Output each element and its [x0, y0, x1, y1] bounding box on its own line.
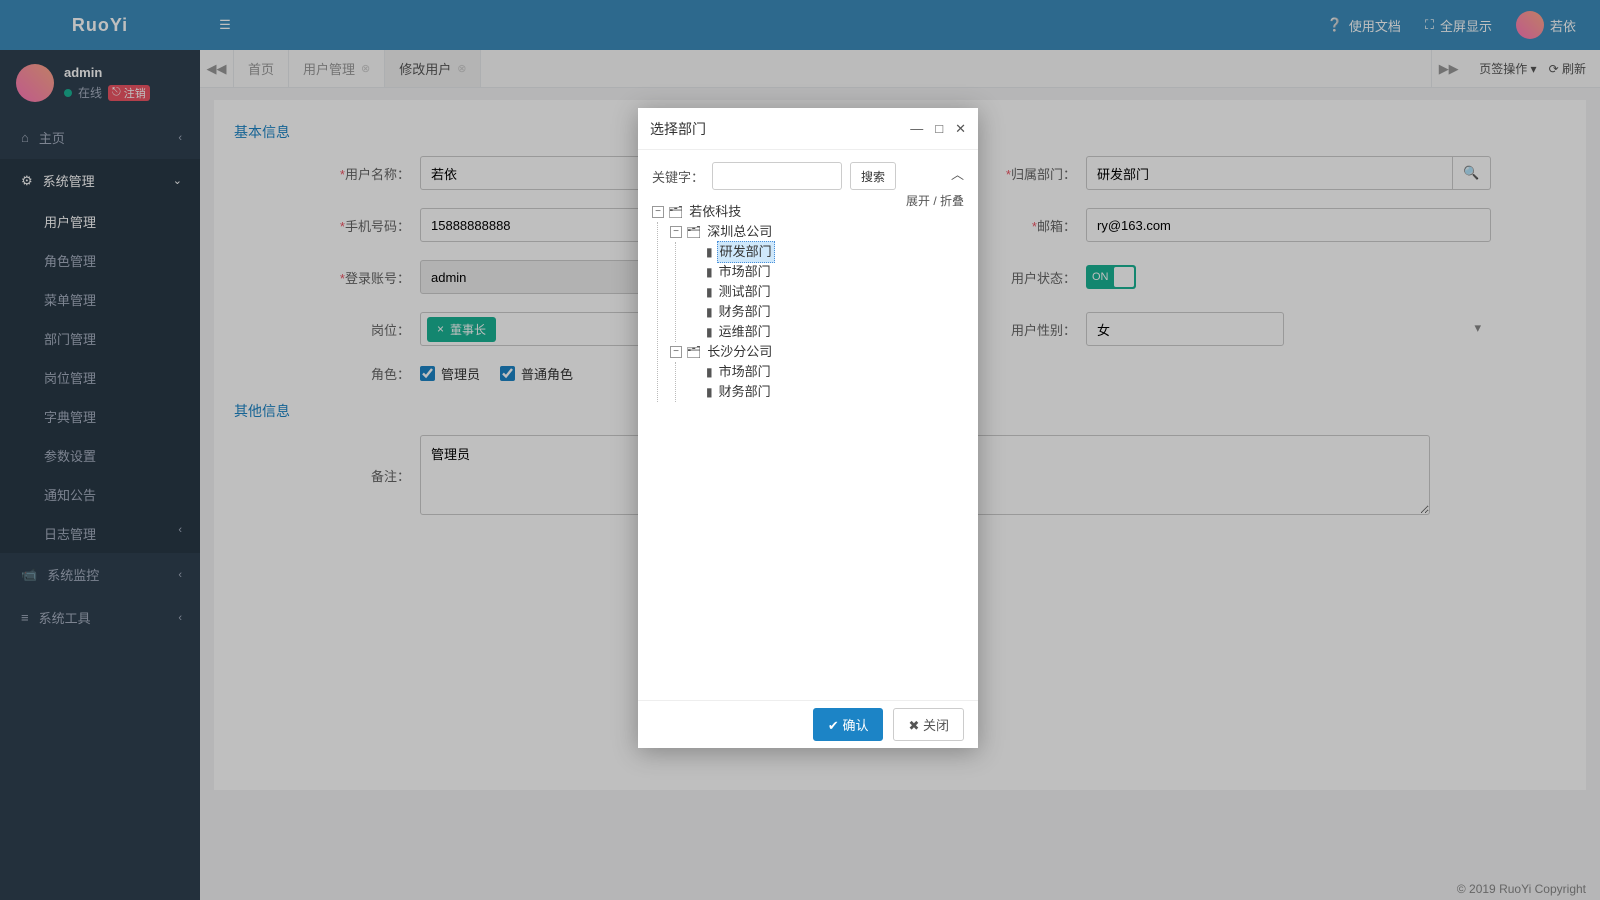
file-icon: ▮: [706, 302, 713, 322]
file-icon: ▮: [706, 242, 713, 262]
dialog-header[interactable]: 选择部门 — □ ✕: [638, 108, 978, 150]
tree-label: 研发部门: [717, 241, 775, 263]
dialog-footer: ✔ 确认 ✖ 关闭: [638, 700, 978, 748]
tree-node-c2[interactable]: − 🗂 长沙分公司: [670, 342, 964, 362]
collapse-panel-icon[interactable]: ︿: [951, 164, 964, 183]
confirm-button[interactable]: ✔ 确认: [813, 708, 884, 741]
tree-label: 市场部门: [717, 262, 773, 282]
btn-label: 关闭: [923, 718, 949, 733]
tree-node-c1[interactable]: − 🗂 深圳总公司: [670, 222, 964, 242]
tree-label: 长沙分公司: [705, 342, 774, 362]
cancel-button[interactable]: ✖ 关闭: [893, 708, 964, 741]
folder-open-icon: 🗂: [668, 202, 683, 222]
tree-leaf[interactable]: ▮研发部门: [688, 242, 964, 262]
file-icon: ▮: [706, 362, 713, 382]
close-icon: ✖: [908, 718, 919, 733]
tree-label: 运维部门: [717, 322, 773, 342]
tree-label: 若依科技: [687, 202, 743, 222]
tree-label: 测试部门: [717, 282, 773, 302]
minimize-button[interactable]: —: [910, 121, 923, 137]
dept-tree: − 🗂 若依科技 − 🗂 深圳总公司 ▮研发部门 ▮市场部门 ▮测试部门 ▮财务…: [652, 202, 964, 402]
tree-leaf[interactable]: ▮市场部门: [688, 262, 964, 282]
dialog-body: ︿ 关键字： 搜索 展开 / 折叠 − 🗂 若依科技 − 🗂 深圳总公司 ▮研发…: [638, 150, 978, 700]
tree-leaf[interactable]: ▮财务部门: [688, 382, 964, 402]
tree-leaf[interactable]: ▮市场部门: [688, 362, 964, 382]
file-icon: ▮: [706, 382, 713, 402]
expand-collapse-link[interactable]: 展开 / 折叠: [906, 192, 964, 209]
folder-open-icon: 🗂: [686, 222, 701, 242]
close-button[interactable]: ✕: [955, 121, 966, 137]
search-button[interactable]: 搜索: [850, 162, 896, 190]
tree-label: 深圳总公司: [705, 222, 774, 242]
file-icon: ▮: [706, 282, 713, 302]
folder-open-icon: 🗂: [686, 342, 701, 362]
file-icon: ▮: [706, 262, 713, 282]
tree-collapse-icon[interactable]: −: [670, 346, 682, 358]
keyword-row: 关键字： 搜索: [652, 162, 964, 190]
check-icon: ✔: [828, 718, 839, 733]
btn-label: 确认: [842, 718, 868, 733]
maximize-button[interactable]: □: [935, 121, 943, 137]
keyword-label: 关键字：: [652, 167, 704, 186]
keyword-input[interactable]: [712, 162, 842, 190]
dept-dialog: 选择部门 — □ ✕ ︿ 关键字： 搜索 展开 / 折叠 − 🗂 若依科技 − …: [638, 108, 978, 748]
tree-leaf[interactable]: ▮运维部门: [688, 322, 964, 342]
tree-leaf[interactable]: ▮测试部门: [688, 282, 964, 302]
tree-label: 财务部门: [717, 302, 773, 322]
tree-label: 市场部门: [717, 362, 773, 382]
tree-leaf[interactable]: ▮财务部门: [688, 302, 964, 322]
tree-collapse-icon[interactable]: −: [652, 206, 664, 218]
dialog-title: 选择部门: [650, 119, 910, 139]
tree-collapse-icon[interactable]: −: [670, 226, 682, 238]
file-icon: ▮: [706, 322, 713, 342]
tree-label: 财务部门: [717, 382, 773, 402]
